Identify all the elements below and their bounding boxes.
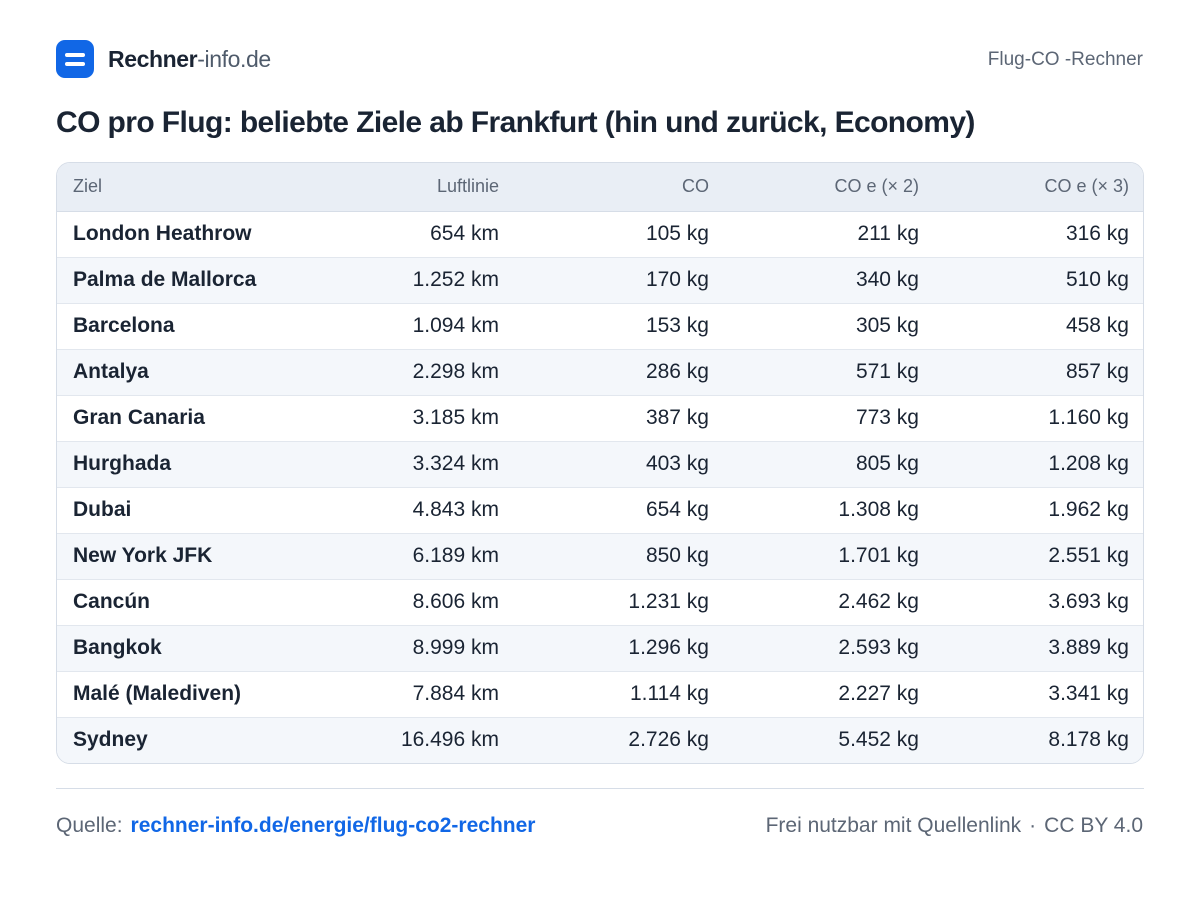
cell-co: 1.231 kg xyxy=(515,578,725,625)
cell-luftlinie: 4.843 km xyxy=(317,486,515,533)
cell-co: 105 kg xyxy=(645,222,709,245)
cell-co2e-x3: 3.341 kg xyxy=(935,670,1143,717)
table-row: Sydney 16.496 km 2.726 kg 5.452 kg 8.178 kg xyxy=(57,716,1143,763)
cell-co2e-x2: 305 kg xyxy=(725,302,935,349)
cell-ziel: Dubai xyxy=(57,486,317,533)
cell-co: 1.296 kg xyxy=(515,624,725,671)
cell-co: 387 kg xyxy=(515,394,725,441)
cell-luftlinie: 6.189 km xyxy=(317,532,515,579)
cell-co2e-x3: 458 kg xyxy=(935,302,1143,349)
page: Rechner-info.de Flug-CO -Rechner CO pro … xyxy=(0,0,1200,908)
table-row: Palma de Mallorca 1.252 km 170 kg 340 kg 510… xyxy=(57,256,1143,303)
table-row: Dubai 4.843 km 654 kg 1.308 kg 1.962 kg xyxy=(57,486,1143,533)
cell-co: 654 kg xyxy=(515,486,725,533)
cell-co2e-x3: 3.889 kg xyxy=(935,624,1143,671)
cell-co2e-x2: 1.701 kg xyxy=(725,532,935,579)
cell-co2e-x3: 1.962 kg xyxy=(935,486,1143,533)
license: Frei nutzbar mit Quellenlink · CC BY 4.0 xyxy=(766,814,1143,838)
brand-name-light: -info.de xyxy=(197,45,271,72)
table-row: Malé (Malediven) 7.884 km 1.114 kg 2.227 kg… xyxy=(57,670,1143,717)
cell-ziel: Antalya xyxy=(57,348,317,395)
cell-co2e-x2: 5.452 kg xyxy=(725,716,935,763)
table-row: Antalya 2.298 km 286 kg 571 kg 857 kg xyxy=(57,348,1143,395)
table-row: Cancún 8.606 km 1.231 kg 2.462 kg 3.693 kg xyxy=(57,578,1143,625)
cell-co2e-x2: 211 kg xyxy=(857,222,920,245)
table-row: Bangkok 8.999 km 1.296 kg 2.593 kg 3.889 kg xyxy=(57,624,1143,671)
source-label: Quelle: xyxy=(56,814,123,837)
table-header-row: Ziel Luftlinie CO CO e (× 2) CO e (× 3) xyxy=(57,163,1143,212)
cell-ziel: Hurghada xyxy=(57,440,317,487)
cell-co2e-x2: 2.462 kg xyxy=(725,578,935,625)
cell-ziel: Cancún xyxy=(57,578,317,625)
table-row: London Heathrow 654 km 105 kg 211 kg 316 kg xyxy=(57,211,1143,257)
table-body: London Heathrow 654 km 105 kg 211 kg 316 kg P… xyxy=(57,211,1143,763)
cell-co: 153 kg xyxy=(515,302,725,349)
cell-co2e-x2: 1.308 kg xyxy=(725,486,935,533)
table-row: New York JFK 6.189 km 850 kg 1.701 kg 2.551 … xyxy=(57,532,1143,579)
cell-co: 850 kg xyxy=(515,532,725,579)
cell-co2e-x3: 3.693 kg xyxy=(935,578,1143,625)
cell-luftlinie: 1.094 km xyxy=(317,302,515,349)
cell-luftlinie: 3.324 km xyxy=(317,440,515,487)
cell-co2e-x2: 2.227 kg xyxy=(725,670,935,717)
data-table: Ziel Luftlinie CO CO e (× 2) CO e (× 3) … xyxy=(56,162,1144,764)
brand-logo[interactable]: Rechner-info.de xyxy=(56,40,271,78)
license-name: CC BY 4.0 xyxy=(1044,814,1143,837)
brand-name-strong: Rechner xyxy=(108,45,198,72)
brand-name: Rechner-info.de xyxy=(108,46,271,73)
cell-co2e-x2: 773 kg xyxy=(725,394,935,441)
footer-divider xyxy=(56,788,1144,789)
cell-ziel: Malé (Malediven) xyxy=(57,670,317,717)
cell-luftlinie: 7.884 km xyxy=(317,670,515,717)
cell-co: 2.726 kg xyxy=(515,716,725,763)
cell-co: 1.114 kg xyxy=(515,670,725,717)
cell-luftlinie: 8.606 km xyxy=(317,578,515,625)
table-row: Gran Canaria 3.185 km 387 kg 773 kg 1.160 kg xyxy=(57,394,1143,441)
cell-co2e-x3: 316 kg xyxy=(1065,222,1129,245)
equals-icon xyxy=(56,40,94,78)
cell-co: 403 kg xyxy=(515,440,725,487)
cell-luftlinie: 2.298 km xyxy=(317,348,515,395)
table-row: Hurghada 3.324 km 403 kg 805 kg 1.208 kg xyxy=(57,440,1143,487)
cell-co2e-x2: 340 kg xyxy=(725,256,935,303)
cell-luftlinie: 1.252 km xyxy=(317,256,515,303)
column-header-co2e-x2: CO e (× 2) xyxy=(725,163,935,212)
column-header-ziel: Ziel xyxy=(57,163,317,212)
cell-ziel: New York JFK xyxy=(57,532,317,579)
cell-ziel: Barcelona xyxy=(57,302,317,349)
cell-co2e-x2: 805 kg xyxy=(725,440,935,487)
license-separator: · xyxy=(1029,814,1037,837)
cell-luftlinie: 3.185 km xyxy=(317,394,515,441)
column-header-co: CO xyxy=(515,163,725,212)
cell-co2e-x2: 571 kg xyxy=(725,348,935,395)
source: Quelle: rechner-info.de/energie/flug-co2-… xyxy=(56,814,535,838)
source-link[interactable]: rechner-info.de/energie/flug-co2-rechner xyxy=(131,814,536,837)
cell-co2e-x3: 1.208 kg xyxy=(935,440,1143,487)
cell-co2e-x3: 510 kg xyxy=(935,256,1143,303)
cell-co2e-x3: 1.160 kg xyxy=(935,394,1143,441)
cell-co: 170 kg xyxy=(515,256,725,303)
cell-ziel: Palma de Mallorca xyxy=(57,256,317,303)
cell-co2e-x2: 2.593 kg xyxy=(725,624,935,671)
cell-co2e-x3: 2.551 kg xyxy=(935,532,1143,579)
cell-luftlinie: 16.496 km xyxy=(317,716,515,763)
column-header-co2e-x3: CO e (× 3) xyxy=(935,163,1143,212)
cell-luftlinie: 654 km xyxy=(430,222,499,245)
cell-co2e-x3: 857 kg xyxy=(935,348,1143,395)
license-text: Frei nutzbar mit Quellenlink xyxy=(765,814,1022,837)
page-title: CO pro Flug: beliebte Ziele ab Frankfurt… xyxy=(56,106,975,139)
cell-co: 286 kg xyxy=(515,348,725,395)
cell-co2e-x3: 8.178 kg xyxy=(935,716,1143,763)
cell-luftlinie: 8.999 km xyxy=(317,624,515,671)
cell-ziel: London Heathrow xyxy=(73,222,252,245)
column-header-luftlinie: Luftlinie xyxy=(317,163,515,212)
table-row: Barcelona 1.094 km 153 kg 305 kg 458 kg xyxy=(57,302,1143,349)
cell-ziel: Sydney xyxy=(57,716,317,763)
calculator-label: Flug-CO -Rechner xyxy=(987,49,1143,70)
cell-ziel: Bangkok xyxy=(57,624,317,671)
cell-ziel: Gran Canaria xyxy=(57,394,317,441)
